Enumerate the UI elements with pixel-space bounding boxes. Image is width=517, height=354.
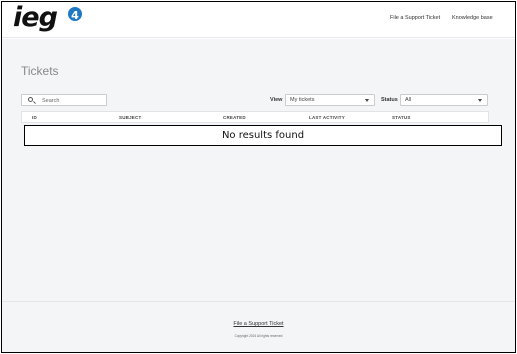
status-label: Status: [381, 97, 398, 103]
status-select[interactable]: All: [400, 94, 488, 106]
footer-file-support-ticket-link[interactable]: File a Support Ticket: [2, 321, 515, 327]
logo-text: ieg: [13, 2, 58, 33]
footer: File a Support Ticket Copyright 2024 All…: [2, 301, 515, 352]
view-select[interactable]: My tickets: [285, 94, 375, 106]
no-results-message: No results found: [24, 125, 502, 146]
page-title: Tickets: [21, 64, 59, 78]
copyright-text: Copyright 2024 All rights reserved: [234, 334, 283, 338]
column-header-id[interactable]: ID: [32, 115, 37, 120]
chevron-down-icon: [365, 99, 369, 102]
search-box[interactable]: [21, 94, 107, 106]
column-header-last-activity[interactable]: LAST ACTIVITY: [309, 115, 345, 120]
top-header: ieg 4 File a Support Ticket Knowledge ba…: [2, 2, 515, 38]
view-select-value: My tickets: [290, 97, 315, 103]
status-select-value: All: [405, 97, 412, 103]
view-label: View: [270, 97, 283, 103]
column-header-status[interactable]: STATUS: [392, 115, 411, 120]
main-content: Tickets View My tickets Status All ID SU…: [2, 39, 515, 301]
browser-frame: ieg 4 File a Support Ticket Knowledge ba…: [1, 1, 516, 353]
chevron-down-icon: [478, 99, 482, 102]
ieg4-logo[interactable]: ieg: [13, 2, 58, 33]
search-input[interactable]: [42, 96, 104, 105]
knowledge-base-link[interactable]: Knowledge base: [452, 15, 493, 21]
tickets-table-header: ID SUBJECT CREATED LAST ACTIVITY STATUS: [21, 111, 489, 123]
file-support-ticket-link[interactable]: File a Support Ticket: [390, 15, 440, 21]
column-header-subject[interactable]: SUBJECT: [119, 115, 141, 120]
logo-badge: 4: [66, 5, 84, 23]
column-header-created[interactable]: CREATED: [223, 115, 246, 120]
search-icon: [28, 97, 33, 102]
